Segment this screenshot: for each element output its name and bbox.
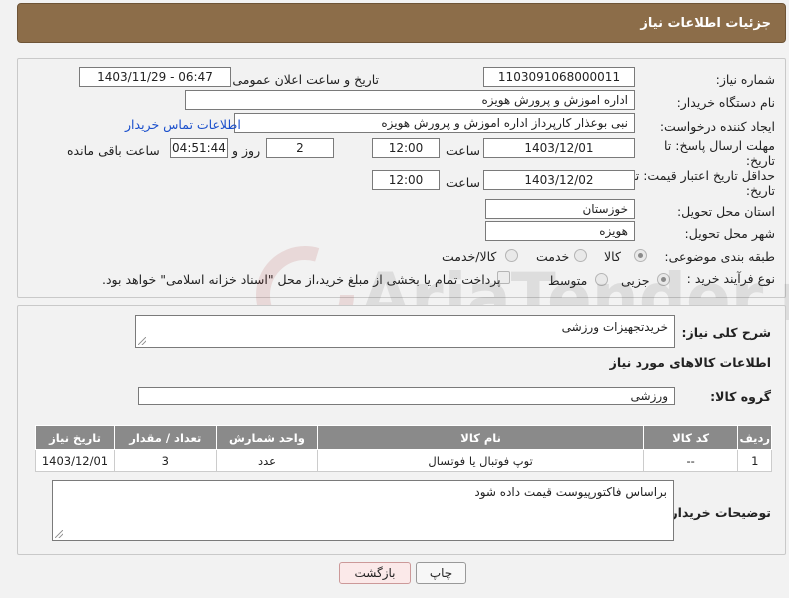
validity-label: حداقل تاریخ اعتبار قیمت: تا [631, 168, 775, 183]
process-option-medium: متوسط [548, 273, 588, 288]
category-option-service: خدمت [536, 249, 570, 264]
resize-handle[interactable] [138, 337, 146, 345]
province-field: خوزستان [485, 199, 635, 219]
deadline-label-date: تاریخ: [745, 153, 775, 168]
creator-label: ایجاد کننده درخواست: [659, 119, 775, 134]
buyer-notes-field: براساس فاکتورپیوست قیمت داده شود [52, 480, 674, 541]
deadline-time-label: ساعت [446, 143, 481, 158]
table-row: 1 -- توپ فوتبال یا فوتسال عدد 3 1403/12/… [35, 449, 772, 472]
buyer-org-label: نام دستگاه خریدار: [676, 95, 775, 110]
back-button[interactable]: بازگشت [339, 562, 411, 584]
col-name: نام کالا [317, 425, 644, 450]
cell-date: 1403/12/01 [35, 449, 115, 472]
goods-table: ردیف کد کالا نام کالا واحد شمارش تعداد /… [35, 425, 772, 472]
print-button[interactable]: چاپ [416, 562, 466, 584]
city-field: هویزه [485, 221, 635, 241]
col-unit: واحد شمارش [215, 425, 319, 450]
description-field: خریدتجهیزات ورزشی [135, 315, 675, 348]
category-label: طبقه بندی موضوعی: [664, 249, 775, 264]
buyer-notes-label: توضیحات خریدار: [665, 505, 771, 520]
col-date: تاریخ نیاز [35, 425, 115, 450]
category-radio-goods-service[interactable] [505, 249, 518, 262]
category-option-goods-service: کالا/خدمت [442, 249, 497, 264]
cell-row: 1 [737, 449, 772, 472]
remaining-time-field: 04:51:44 [170, 138, 228, 158]
treasury-payment-note: پرداخت تمام یا بخشی از مبلغ خرید،از محل … [102, 272, 501, 287]
deadline-date-field: 1403/12/01 [483, 138, 635, 158]
remaining-label: ساعت باقی مانده [67, 143, 160, 158]
validity-label-date: تاریخ: [745, 183, 775, 198]
announce-label: تاریخ و ساعت اعلان عمومی: [228, 72, 379, 87]
description-text: خریدتجهیزات ورزشی [561, 320, 668, 334]
need-number-label: شماره نیاز: [715, 72, 775, 87]
days-field: 2 [266, 138, 334, 158]
process-radio-medium[interactable] [595, 273, 608, 286]
province-label: استان محل تحویل: [676, 204, 775, 219]
buyer-org-field: اداره اموزش و پرورش هویزه [185, 90, 635, 110]
cell-code: -- [642, 449, 739, 472]
page-title: جزئیات اطلاعات نیاز [640, 15, 771, 31]
resize-handle[interactable] [55, 530, 63, 538]
col-code: کد کالا [642, 425, 739, 450]
page-header: جزئیات اطلاعات نیاز [17, 3, 786, 43]
deadline-time-field: 12:00 [372, 138, 440, 158]
cell-name: توپ فوتبال یا فوتسال [317, 449, 644, 472]
buyer-contact-link[interactable]: اطلاعات تماس خریدار [125, 117, 241, 132]
need-number-field: 1103091068000011 [483, 67, 635, 87]
goods-group-label: گروه کالا: [710, 389, 771, 404]
deadline-label: مهلت ارسال پاسخ: تا [664, 138, 775, 153]
category-option-goods: کالا [604, 249, 621, 264]
goods-info-title: اطلاعات کالاهای مورد نیاز [609, 355, 771, 370]
validity-date-field: 1403/12/02 [483, 170, 635, 190]
cell-qty: 3 [113, 449, 217, 472]
process-radio-minor[interactable] [657, 273, 670, 286]
validity-time-label: ساعت [446, 175, 481, 190]
announce-field: 1403/11/29 - 06:47 [79, 67, 231, 87]
days-label: روز و [232, 143, 261, 158]
goods-group-field: ورزشی [138, 387, 675, 405]
category-radio-service[interactable] [574, 249, 587, 262]
creator-field: نبی بوعذار کارپرداز اداره اموزش و پرورش … [234, 113, 635, 133]
cell-unit: عدد [215, 449, 319, 472]
col-qty: تعداد / مقدار [113, 425, 217, 450]
col-row: ردیف [737, 425, 772, 450]
city-label: شهر محل تحویل: [684, 226, 775, 241]
process-option-minor: جزیی [621, 273, 650, 288]
description-label: شرح کلی نیاز: [681, 325, 771, 340]
validity-time-field: 12:00 [372, 170, 440, 190]
category-radio-goods[interactable] [634, 249, 647, 262]
process-label: نوع فرآیند خرید : [686, 271, 775, 286]
buyer-notes-text: براساس فاکتورپیوست قیمت داده شود [474, 485, 667, 499]
goods-table-header: ردیف کد کالا نام کالا واحد شمارش تعداد /… [35, 425, 772, 450]
